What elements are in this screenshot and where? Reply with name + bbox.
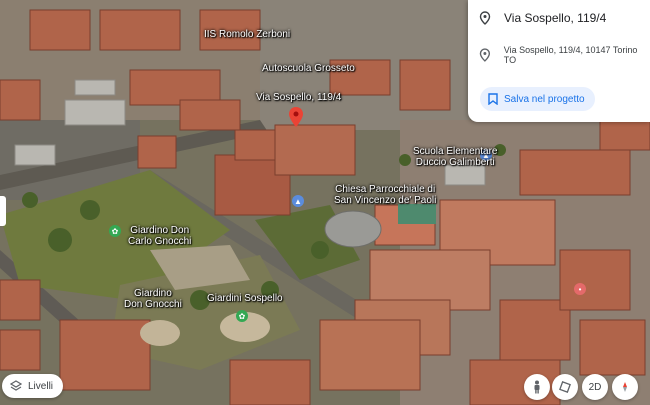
map-label-scuola: Scuola Elementare Duccio Galimberti <box>413 146 498 168</box>
layers-label: Livelli <box>28 380 54 392</box>
compass-icon <box>623 382 627 392</box>
map-label-via-sospello: Via Sospello, 119/4 <box>256 92 342 103</box>
place-address-row: Via Sospello, 119/4, 10147 Torino TO <box>478 45 650 65</box>
compass-button[interactable] <box>612 374 638 400</box>
save-to-project-button[interactable]: Salva nel progetto <box>480 87 595 111</box>
park-marker-icon[interactable]: ✿ <box>236 310 248 322</box>
place-address: Via Sospello, 119/4, 10147 Torino TO <box>503 45 638 65</box>
map-label-autoscuola: Autoscuola Grosseto <box>262 63 355 74</box>
pegman-button[interactable] <box>524 374 550 400</box>
map-label-giardini-sospello: Giardini Sospello <box>207 293 283 304</box>
place-info-panel: Via Sospello, 119/4 Via Sospello, 119/4,… <box>468 0 650 122</box>
map-label-giardino-don-gnocchi: Giardino Don Gnocchi <box>124 288 182 310</box>
view-2d-label: 2D <box>588 381 602 393</box>
pegman-icon <box>534 380 540 394</box>
school-marker-icon[interactable]: ▲ <box>292 195 304 207</box>
rotate-view-icon <box>559 381 571 393</box>
place-marker-icon[interactable]: • <box>574 283 586 295</box>
map-label-giardino-carlo-gnocchi: Giardino Don Carlo Gnocchi <box>128 225 192 247</box>
park-marker-icon[interactable]: ✿ <box>109 225 121 237</box>
layers-button[interactable]: Livelli <box>2 374 64 398</box>
view-2d-button[interactable]: 2D <box>582 374 608 400</box>
place-title-row: Via Sospello, 119/4 <box>478 11 606 25</box>
layers-icon <box>10 380 22 391</box>
location-pin-icon[interactable] <box>289 107 303 127</box>
address-marker-icon <box>479 48 491 62</box>
tilt-view-button[interactable] <box>552 374 578 400</box>
bookmark-icon <box>488 93 498 105</box>
place-marker-icon <box>479 11 491 25</box>
map-label-iis: IIS Romolo Zerboni <box>204 29 291 40</box>
map-label-chiesa: Chiesa Parrocchiale di San Vincenzo de' P… <box>334 184 437 206</box>
side-panel-toggle[interactable] <box>0 196 6 226</box>
save-to-project-label: Salva nel progetto <box>504 93 585 105</box>
place-title: Via Sospello, 119/4 <box>504 11 607 25</box>
